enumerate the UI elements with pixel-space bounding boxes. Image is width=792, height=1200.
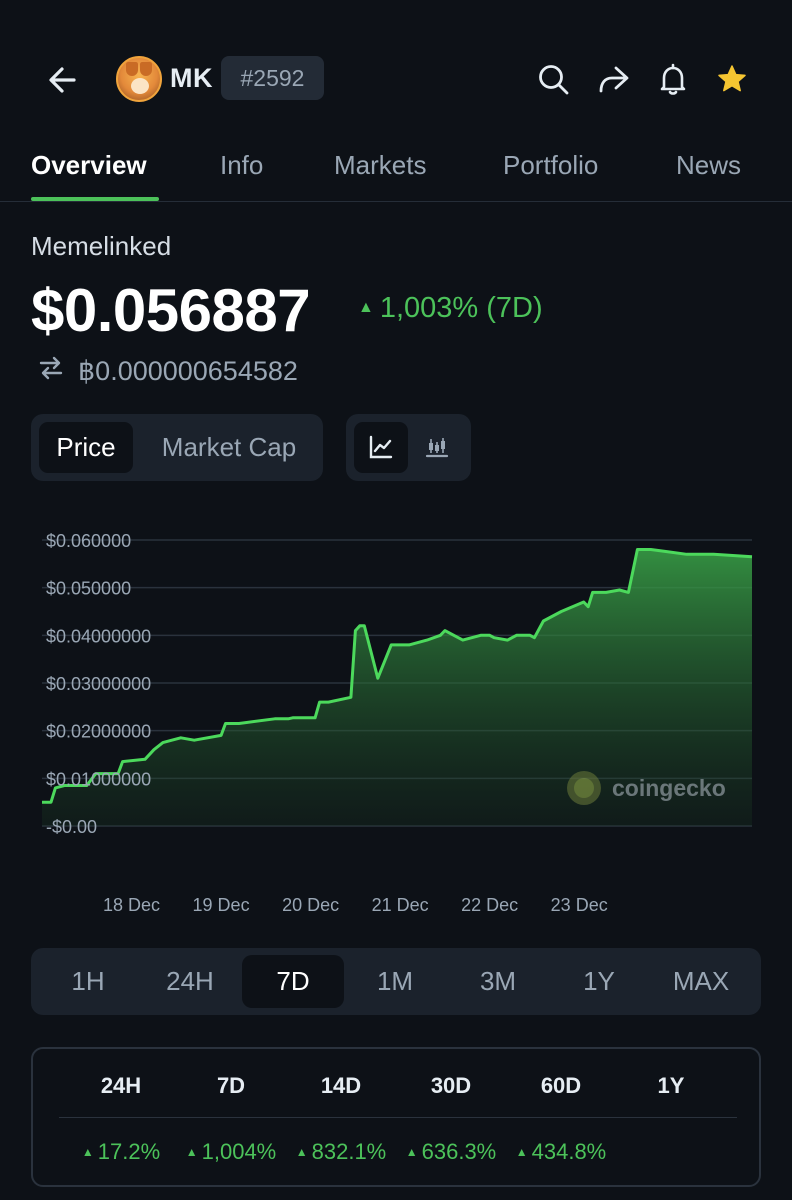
- performance-table: 24H 7D 14D 30D 60D 1Y ▲ 17.2% ▲ 1,004% ▲ 83…: [31, 1047, 761, 1187]
- y-tick-label: -$0.00: [46, 817, 97, 837]
- app-header: MK #2592: [0, 0, 792, 150]
- x-tick-label: 22 Dec: [461, 895, 518, 915]
- candlestick-icon[interactable]: [410, 422, 464, 473]
- coin-symbol: MK: [170, 63, 213, 93]
- x-tick-label: 23 Dec: [551, 895, 608, 915]
- tab-bar: Overview Info Markets Portfolio News: [0, 140, 792, 202]
- x-tick-label: 19 Dec: [193, 895, 250, 915]
- price-chart[interactable]: $0.060000 $0.050000 $0.04000000 $0.03000000…: [0, 520, 792, 920]
- range-24h[interactable]: 24H: [139, 955, 241, 1008]
- back-arrow-icon[interactable]: [40, 56, 88, 104]
- range-3m[interactable]: 3M: [447, 955, 549, 1008]
- bell-icon[interactable]: [650, 56, 696, 102]
- perf-header: 7D: [216, 1073, 246, 1098]
- perf-value: ▲ 832.1%: [295, 1139, 387, 1164]
- tab-overview[interactable]: Overview: [31, 150, 147, 181]
- range-1m[interactable]: 1M: [344, 955, 446, 1008]
- x-tick-label: 21 Dec: [372, 895, 429, 915]
- y-tick-label: $0.01000000: [46, 769, 151, 789]
- rank-badge: #2592: [221, 56, 324, 100]
- y-tick-label: $0.04000000: [46, 626, 151, 646]
- watermark-text: coingecko: [612, 775, 726, 801]
- chart-type-toggle: [346, 414, 471, 481]
- coingecko-watermark: coingecko: [567, 771, 726, 805]
- perf-value: ▲ 434.8%: [515, 1139, 607, 1164]
- market-cap-toggle[interactable]: Market Cap: [141, 422, 317, 473]
- btc-price: ฿0.000000654582: [78, 356, 298, 386]
- metric-toggle: Price Market Cap: [31, 414, 323, 481]
- range-7d[interactable]: 7D: [242, 955, 344, 1008]
- search-icon[interactable]: [530, 56, 576, 102]
- y-tick-label: $0.03000000: [46, 674, 151, 694]
- y-tick-label: $0.060000: [46, 531, 131, 551]
- perf-header: 30D: [430, 1073, 472, 1098]
- price-toggle[interactable]: Price: [39, 422, 133, 473]
- btc-price-row: ฿0.000000654582: [38, 355, 298, 388]
- coin-logo: [116, 56, 162, 102]
- tab-portfolio[interactable]: Portfolio: [503, 150, 598, 181]
- y-tick-label: $0.02000000: [46, 722, 151, 742]
- x-tick-label: 18 Dec: [103, 895, 160, 915]
- range-max[interactable]: MAX: [650, 955, 752, 1008]
- perf-header: 24H: [100, 1073, 142, 1098]
- price-change: ▲ 1,003% (7D): [358, 292, 543, 325]
- coin-name: Memelinked: [31, 231, 172, 261]
- active-tab-indicator: [31, 197, 159, 201]
- star-icon[interactable]: [709, 56, 755, 102]
- time-range-selector: 1H 24H 7D 1M 3M 1Y MAX: [31, 948, 761, 1015]
- perf-header: 14D: [320, 1073, 362, 1098]
- perf-header: 60D: [540, 1073, 582, 1098]
- swap-icon[interactable]: [38, 355, 64, 388]
- perf-header: 1Y: [657, 1073, 685, 1098]
- perf-value: ▲ 17.2%: [81, 1139, 161, 1164]
- caret-up-icon: ▲: [358, 299, 374, 316]
- perf-value: ▲ 636.3%: [405, 1139, 497, 1164]
- line-chart-icon[interactable]: [354, 422, 408, 473]
- coin-price: $0.056887: [31, 277, 311, 344]
- divider: [59, 1117, 737, 1118]
- price-change-value: 1,003% (7D): [379, 292, 543, 324]
- perf-value: ▲ 1,004%: [185, 1139, 277, 1164]
- y-tick-label: $0.050000: [46, 579, 131, 599]
- x-tick-label: 20 Dec: [282, 895, 339, 915]
- share-icon[interactable]: [590, 56, 636, 102]
- range-1h[interactable]: 1H: [37, 955, 139, 1008]
- tab-info[interactable]: Info: [220, 150, 263, 181]
- range-1y[interactable]: 1Y: [548, 955, 650, 1008]
- tab-markets[interactable]: Markets: [334, 150, 426, 181]
- tab-news[interactable]: News: [676, 150, 741, 181]
